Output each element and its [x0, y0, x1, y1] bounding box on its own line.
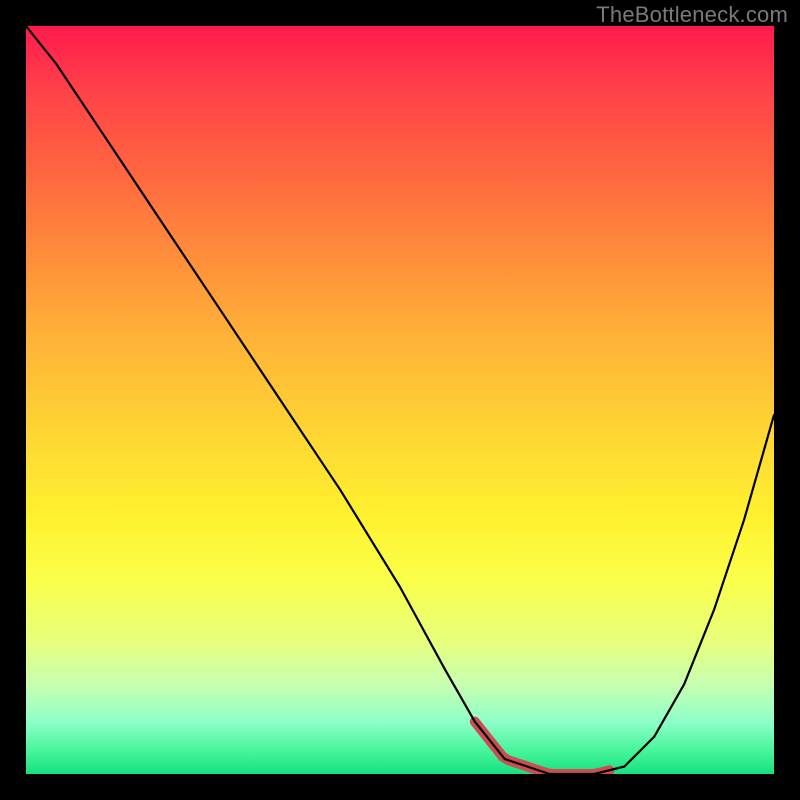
attribution-text: TheBottleneck.com — [596, 2, 788, 28]
chart-plot-area — [26, 26, 774, 774]
bottleneck-curve — [26, 26, 774, 774]
chart-svg — [26, 26, 774, 774]
chart-frame: TheBottleneck.com — [0, 0, 800, 800]
